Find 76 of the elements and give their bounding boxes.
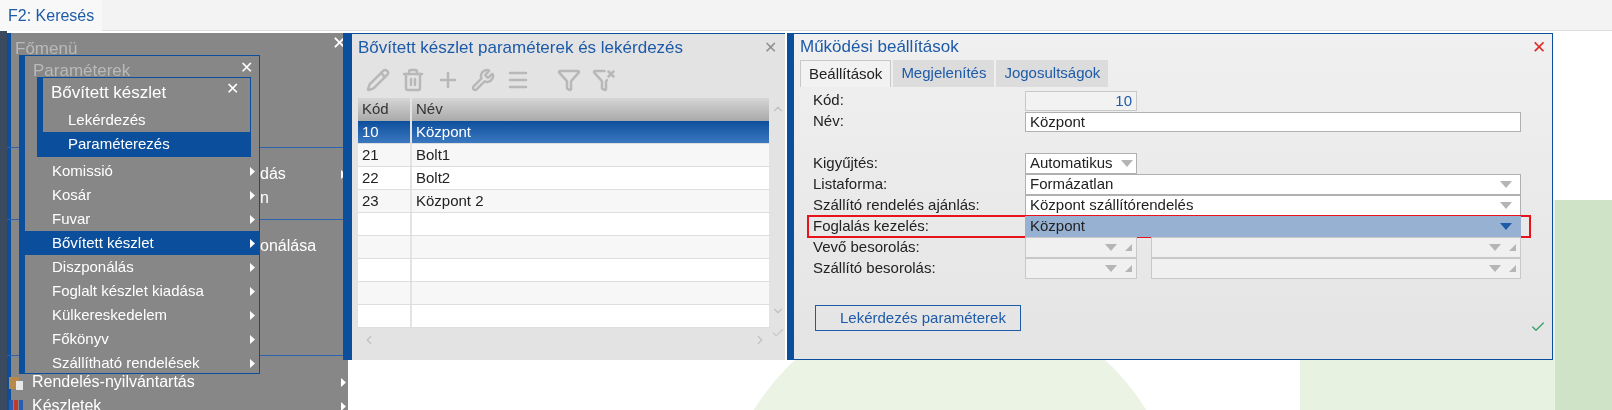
tab[interactable]: Beállítások [800, 60, 892, 87]
resize-corner-icon [1509, 244, 1516, 251]
dropdown[interactable] [1151, 237, 1521, 258]
window-title: Bővített készlet paraméterek és lekérdezés [358, 37, 685, 60]
submenu-arrow-icon [250, 310, 255, 320]
table-row[interactable]: 23 Központ 2 [358, 190, 771, 213]
caret-icon [1489, 265, 1501, 272]
tab[interactable]: Megjelenítés [893, 60, 995, 87]
field-label: Listaforma: [813, 174, 889, 195]
submenu-arrow-icon [250, 286, 255, 296]
resize-corner-icon [1125, 244, 1132, 251]
table-row[interactable]: 21 Bolt1 [358, 144, 771, 167]
caret-icon [1120, 160, 1133, 167]
number-field[interactable]: 10 [1025, 90, 1137, 111]
menu-item[interactable]: Foglalt készlet kiadása [19, 279, 260, 303]
menu-item[interactable]: Paraméterezés [43, 132, 250, 156]
trash-icon[interactable] [401, 68, 425, 92]
menu-item[interactable]: Külkereskedelem [19, 303, 260, 327]
query-parameters-button[interactable]: Lekérdezés paraméterek [815, 305, 1021, 331]
field-label: Szállító besorolás: [813, 258, 937, 279]
caret-icon [1500, 181, 1512, 188]
dropdown[interactable] [1151, 258, 1521, 279]
menu-item[interactable]: Diszponálás [19, 255, 260, 279]
caret-icon [1105, 244, 1117, 251]
field-label: Kigyűjtés: [813, 153, 880, 174]
resize-corner-icon [1509, 265, 1516, 272]
field-label: Kód: [813, 90, 845, 111]
dropdown[interactable] [1025, 258, 1137, 279]
submenu-arrow-icon [341, 377, 346, 387]
submenu-arrow-icon [341, 401, 346, 410]
submenu-arrow-icon [250, 334, 255, 344]
field-label: Szállító rendelés ajánlás: [813, 195, 981, 216]
field-label: Név: [813, 111, 845, 132]
menu-title: Bővített készlet [51, 82, 167, 104]
books-icon [8, 398, 24, 410]
dropdown[interactable] [1025, 237, 1137, 258]
submenu-arrow-icon [250, 238, 255, 248]
menu-item[interactable]: Kosár [19, 183, 260, 207]
menu-item[interactable]: onálása [260, 234, 346, 258]
submenu-arrow-icon [250, 190, 255, 200]
submenu-arrow-icon [250, 262, 255, 272]
filter-clear-icon[interactable] [592, 68, 616, 92]
field-label: Vevő besorolás: [813, 237, 921, 258]
submenu-arrow-icon [250, 214, 255, 224]
menu-item[interactable]: Lekérdezés [43, 108, 250, 132]
box-icon [8, 374, 24, 390]
dropdown[interactable]: Központ szállítórendelés [1025, 195, 1521, 216]
check-icon[interactable] [771, 326, 785, 340]
caret-icon [1489, 244, 1501, 251]
dropdown[interactable]: Automatikus [1025, 153, 1137, 174]
search-tab[interactable]: F2: Keresés [0, 0, 103, 31]
dropdown[interactable]: Formázatlan [1025, 174, 1521, 195]
filter-icon[interactable] [557, 68, 581, 92]
menu-item[interactable]: n [260, 186, 346, 210]
text-field[interactable]: Központ [1025, 111, 1521, 132]
field-label: Foglalás kezelés: [813, 216, 930, 237]
resize-corner-icon [1125, 265, 1132, 272]
caret-icon [1500, 202, 1512, 209]
table-row[interactable]: 10 Központ [358, 121, 771, 144]
submenu-arrow-icon [250, 166, 255, 176]
submenu-arrow-icon [250, 358, 255, 368]
menu-item[interactable]: Komissió [19, 159, 260, 183]
menu-item[interactable]: Fuvar [19, 207, 260, 231]
menu-item[interactable]: Főkönyv [19, 327, 260, 351]
dropdown[interactable]: Központ [1025, 216, 1521, 237]
pencil-icon[interactable] [366, 68, 390, 92]
window-title: Működési beállítások [800, 36, 960, 59]
wrench-icon[interactable] [471, 68, 495, 92]
close-icon[interactable]: ✕ [240, 60, 253, 76]
caret-icon [1500, 223, 1512, 230]
close-icon[interactable]: ✕ [1532, 38, 1546, 56]
tab[interactable]: Jogosultságok [996, 60, 1109, 87]
close-icon[interactable]: ✕ [226, 81, 239, 97]
caret-icon [1105, 265, 1117, 272]
table-row[interactable]: 22 Bolt2 [358, 167, 771, 190]
close-icon[interactable]: ✕ [764, 40, 777, 56]
